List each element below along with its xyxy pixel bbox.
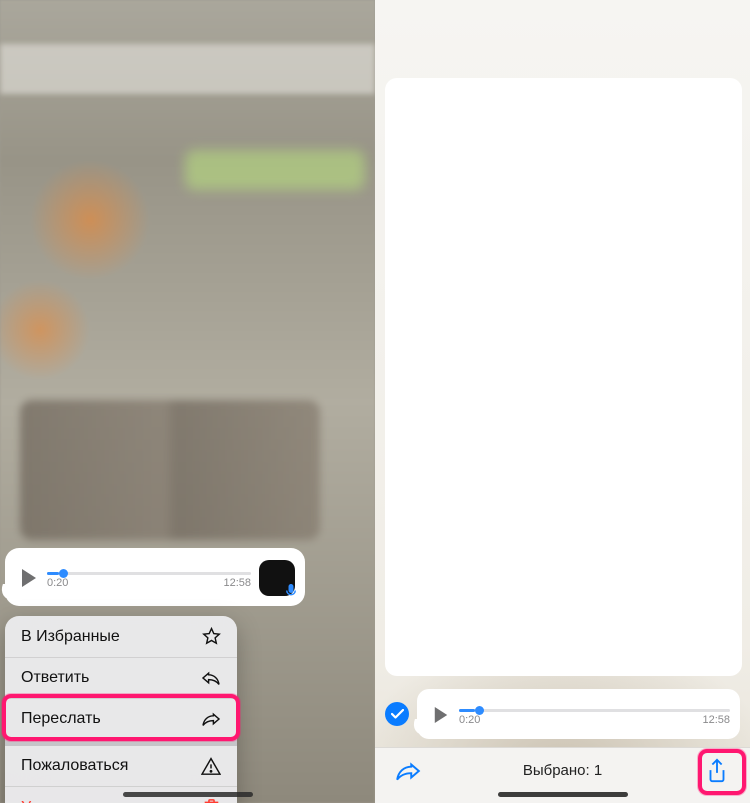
message-context-menu: В Избранные Ответить Переслать Пожаловат… [5,616,237,803]
star-icon [201,627,221,646]
bubble-tail [409,719,431,735]
audio-track[interactable]: 0:20 12:58 [459,701,730,729]
forward-icon [201,711,221,727]
menu-label: Ответить [21,669,89,687]
menu-item-report[interactable]: Пожаловаться [5,746,237,787]
menu-item-reply[interactable]: Ответить [5,658,237,699]
reply-icon [201,670,221,686]
menu-label: В Избранные [21,628,120,646]
screenshot-left: 18:56 0:20 12:58 [0,0,375,803]
blurred-photo-message [20,400,320,540]
total-time: 12:58 [223,577,251,589]
home-indicator [123,792,253,797]
blurred-nav-bar [0,44,375,94]
home-indicator [498,792,628,797]
play-button[interactable] [427,701,455,729]
menu-item-forward[interactable]: Переслать [5,699,237,740]
menu-label: Пожаловаться [21,757,128,775]
voice-message-bubble[interactable]: 0:20 12:58 [5,548,305,606]
redacted-chat-area [385,78,742,676]
menu-label: Переслать [21,710,101,728]
trash-icon [201,798,221,803]
share-icon[interactable] [700,754,734,788]
elapsed-time: 0:20 [47,577,68,589]
warning-icon [201,757,221,775]
selected-message-row[interactable]: 0:20 12:58 [385,688,740,740]
play-button[interactable] [15,564,43,592]
menu-item-favorites[interactable]: В Избранные [5,616,237,658]
forward-icon[interactable] [391,754,425,788]
voice-message-bubble[interactable]: 0:20 12:58 [417,689,740,739]
selected-count-label: Выбрано: 1 [523,762,602,779]
menu-label: Удалить [21,799,82,803]
sender-avatar [259,560,295,596]
blurred-message-bubble [185,150,365,190]
audio-track[interactable]: 0:20 12:58 [47,564,251,592]
screenshot-right: 18:57 Отменить [375,0,750,803]
elapsed-time: 0:20 [459,714,480,726]
total-time: 12:58 [702,714,730,726]
selection-checkmark-icon[interactable] [385,702,409,726]
